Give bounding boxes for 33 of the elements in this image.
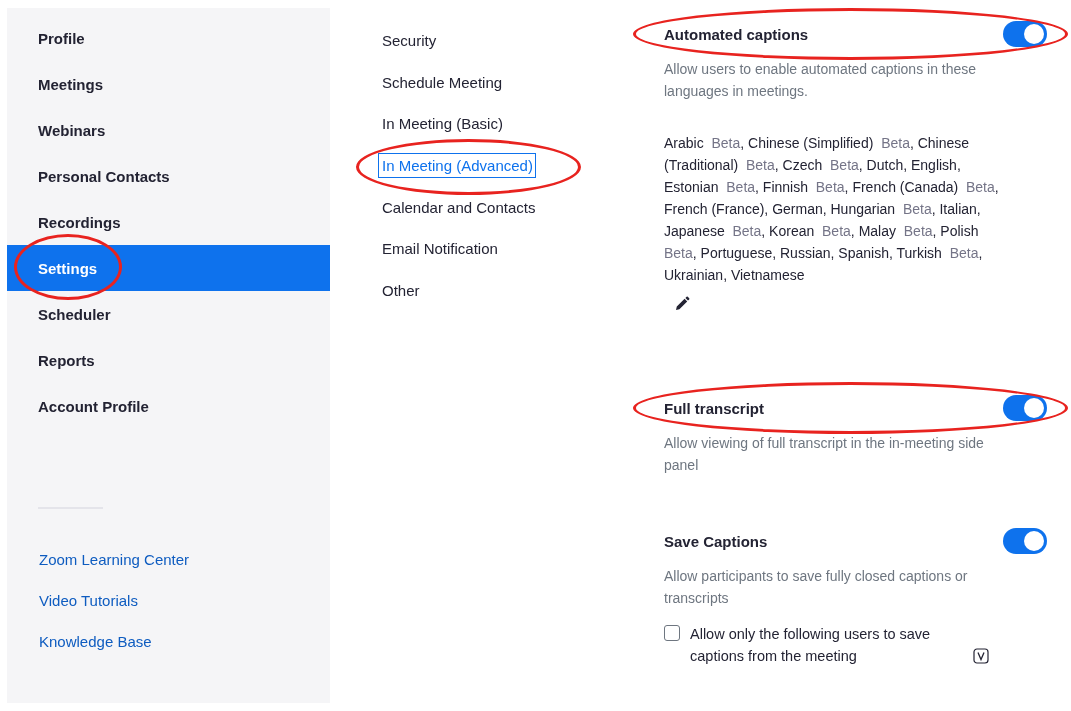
help-link[interactable]: Video Tutorials xyxy=(39,580,138,621)
settings-tab[interactable]: Other xyxy=(378,277,423,303)
settings-tab[interactable]: Calendar and Contacts xyxy=(378,194,539,220)
settings-tab[interactable]: Security xyxy=(378,28,440,54)
sidebar-item[interactable]: Profile xyxy=(7,15,330,61)
pencil-icon[interactable] xyxy=(674,296,690,312)
setting-title: Save Captions xyxy=(664,532,768,550)
settings-tab[interactable]: Schedule Meeting xyxy=(378,69,506,95)
sidebar-item[interactable]: Scheduler xyxy=(7,291,330,337)
sidebar-item[interactable]: Personal Contacts xyxy=(7,153,330,199)
toggle-switch[interactable] xyxy=(1003,395,1047,421)
setting-title: Automated captions xyxy=(664,25,809,43)
option-label: Allow only the following users to save captions from the meeting xyxy=(690,625,932,666)
setting-title: Full transcript xyxy=(664,399,764,417)
variable-icon xyxy=(973,648,989,664)
setting-description: Allow viewing of full transcript in the in-meeting side panel xyxy=(664,434,985,475)
setting-description: Allow participants to save fully closed captions or transcripts xyxy=(664,567,969,608)
toggle-switch[interactable] xyxy=(1003,528,1047,554)
settings-tab[interactable]: Email Notification xyxy=(378,236,501,262)
language-list: Arabic Beta, Chinese (Simplified) Beta, Chinese (Traditional) Beta, Czech Beta, Dutch, English, Estonian Beta, Finnish Beta, French (Canada) Beta, French (France), German, Hungarian Beta, Italian, Japanese Beta, Korean Beta, Malay Beta, Polish Beta, Portuguese, Russian, Spanish, Turkish Beta, Ukrainian, Vietnamese xyxy=(664,132,1004,286)
checkbox[interactable] xyxy=(664,625,680,641)
setting-description: Allow users to enable automated captions in these languages in meetings. xyxy=(664,60,978,101)
sidebar-item[interactable]: Webinars xyxy=(7,107,330,153)
help-link[interactable]: Zoom Learning Center xyxy=(39,539,190,580)
sidebar-item[interactable]: Meetings xyxy=(7,61,330,107)
sidebar-item[interactable]: Recordings xyxy=(7,199,330,245)
sidebar-item[interactable]: Reports xyxy=(7,337,330,383)
settings-tab[interactable]: In Meeting (Basic) xyxy=(378,111,506,137)
sidebar-item[interactable]: Settings xyxy=(7,245,330,291)
help-link[interactable]: Knowledge Base xyxy=(39,621,152,662)
toggle-switch[interactable] xyxy=(1003,21,1047,47)
settings-tab[interactable]: In Meeting (Advanced) xyxy=(378,153,536,179)
sidebar-item[interactable]: Account Profile xyxy=(7,383,330,429)
